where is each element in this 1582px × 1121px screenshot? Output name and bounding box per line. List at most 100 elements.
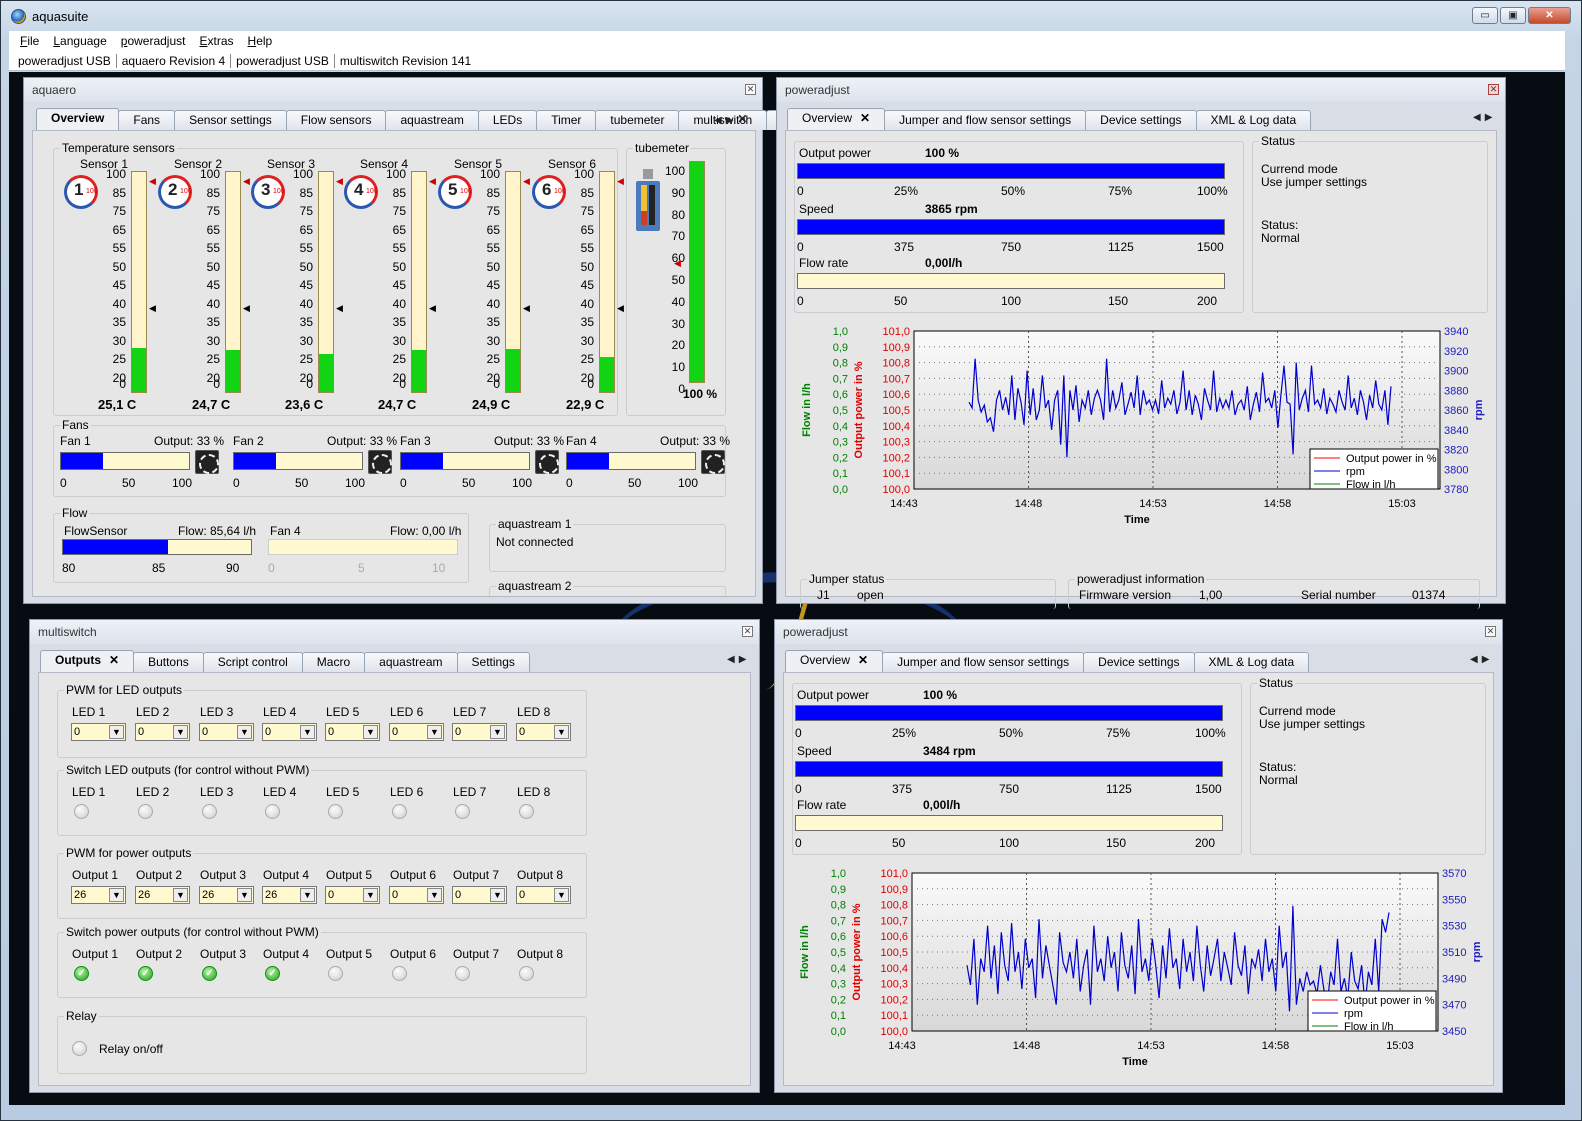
power-tick-label: 100,9: [880, 884, 908, 896]
close-tab-icon[interactable]: ✕: [109, 653, 119, 667]
menu-item[interactable]: Extras: [192, 34, 240, 48]
close-panel-icon[interactable]: ✕: [745, 84, 756, 95]
pwm-select[interactable]: 0 ▼: [452, 886, 507, 904]
close-tab-icon[interactable]: ✕: [860, 111, 870, 125]
alarm-marker-icon: ◀: [149, 176, 156, 186]
pwm-select[interactable]: 26 ▼: [135, 886, 190, 904]
rpm-tick-label: 3900: [1444, 366, 1468, 378]
relay-toggle[interactable]: ✓: [72, 1041, 87, 1056]
menu-item[interactable]: Language: [46, 34, 113, 48]
tab-aquastream[interactable]: aquastream: [364, 652, 458, 672]
tab-buttons[interactable]: Buttons: [133, 652, 204, 672]
close-panel-icon[interactable]: ✕: [1488, 84, 1499, 95]
menu-item[interactable]: File: [13, 34, 46, 48]
tab-scroll-arrows[interactable]: ◀▶: [1470, 654, 1493, 665]
fan-tick: 50: [295, 476, 309, 490]
tab-sensor-settings[interactable]: Sensor settings: [174, 110, 287, 130]
tab-timer[interactable]: Timer: [536, 110, 597, 130]
output-toggle[interactable]: ✓: [455, 804, 470, 819]
pwm-select[interactable]: 0 ▼: [71, 723, 126, 741]
tab-jumper-and-flow-sensor-settings[interactable]: Jumper and flow sensor settings: [884, 110, 1087, 130]
pwm-select[interactable]: 0 ▼: [516, 723, 571, 741]
minimize-button[interactable]: ▭: [1472, 7, 1498, 24]
warning-marker-icon: ◀: [523, 303, 530, 313]
tab-macro[interactable]: Macro: [301, 652, 366, 672]
output-toggle[interactable]: ✓: [455, 966, 470, 981]
fan-icon[interactable]: [195, 450, 219, 474]
status-status-label: Status:: [1261, 218, 1299, 232]
menu-label: oweradjust: [127, 34, 186, 48]
tab-tubemeter[interactable]: tubemeter: [595, 110, 680, 130]
tab-scroll-arrows[interactable]: ◀▶: [727, 654, 750, 665]
device-status-line: poweradjust USB aquaero Revision 4 powerad…: [9, 51, 1565, 71]
menu-item[interactable]: poweradjust: [114, 34, 193, 48]
fan-icon[interactable]: [701, 450, 725, 474]
tab-overview[interactable]: Overview ✕: [785, 650, 884, 672]
close-tab-icon[interactable]: ✕: [858, 653, 868, 667]
menu-item[interactable]: Help: [241, 34, 280, 48]
fan-icon[interactable]: [368, 450, 392, 474]
tab-flow-sensors[interactable]: Flow sensors: [285, 110, 387, 130]
tab-settings[interactable]: Settings: [456, 652, 530, 672]
pwm-select[interactable]: 0 ▼: [262, 723, 317, 741]
tab-xml-log-data[interactable]: XML & Log data: [1193, 652, 1310, 672]
tab-scroll-arrows[interactable]: ◀▶✕: [714, 112, 751, 126]
tab-device-settings[interactable]: Device settings: [1083, 652, 1195, 672]
sensor-value: 24,7 C: [378, 397, 417, 412]
output-toggle[interactable]: ✓: [265, 804, 280, 819]
tab-leds[interactable]: LEDs: [477, 110, 538, 130]
pwm-select[interactable]: 0 ▼: [325, 723, 380, 741]
pwm-value: 0: [328, 889, 335, 901]
output-toggle[interactable]: ✓: [392, 966, 407, 981]
pwm-select[interactable]: 0 ▼: [516, 886, 571, 904]
scale-tick: 100: [573, 167, 594, 181]
pwm-select[interactable]: 0 ▼: [389, 723, 444, 741]
output-toggle[interactable]: ✓: [519, 966, 534, 981]
output-toggle[interactable]: ✓: [202, 804, 217, 819]
output-toggle[interactable]: ✓: [74, 804, 89, 819]
jumper-name: J1: [817, 588, 830, 602]
output-toggle[interactable]: ✓: [74, 966, 89, 981]
pwm-select[interactable]: 26 ▼: [262, 886, 317, 904]
pwm-select[interactable]: 0 ▼: [325, 886, 380, 904]
tab-overview[interactable]: Overview: [36, 108, 120, 130]
pwm-select[interactable]: 0 ▼: [199, 723, 254, 741]
pwm-select[interactable]: 26 ▼: [71, 886, 126, 904]
tab-jumper-and-flow-sensor-settings[interactable]: Jumper and flow sensor settings: [882, 652, 1085, 672]
close-panel-icon[interactable]: ✕: [1485, 626, 1496, 637]
fan-icon[interactable]: [535, 450, 559, 474]
flow-tick: 0: [268, 561, 275, 575]
fans-group: Fans Fan 1 Output: 33 % 0 50 100 Fan 2 Output:…: [53, 418, 730, 497]
tab-scroll-arrows[interactable]: ◀▶: [1473, 112, 1496, 123]
output-toggle[interactable]: ✓: [138, 966, 153, 981]
pwm-select[interactable]: 0 ▼: [389, 886, 444, 904]
temperature-fill: [600, 356, 614, 392]
output-toggle[interactable]: ✓: [328, 966, 343, 981]
pwm-select[interactable]: 0 ▼: [452, 723, 507, 741]
close-panel-icon[interactable]: ✕: [742, 626, 753, 637]
tab-fans[interactable]: Fans: [118, 110, 176, 130]
output-toggle[interactable]: ✓: [328, 804, 343, 819]
output-label: LED 8: [517, 785, 551, 799]
output-toggle[interactable]: ✓: [392, 804, 407, 819]
tab-aquastream[interactable]: aquastream: [385, 110, 479, 130]
output-toggle[interactable]: ✓: [138, 804, 153, 819]
output-toggle[interactable]: ✓: [519, 804, 534, 819]
output-toggle[interactable]: ✓: [265, 966, 280, 981]
tab-label: Jumper and flow sensor settings: [899, 113, 1072, 127]
pwm-select[interactable]: 26 ▼: [199, 886, 254, 904]
tab-label: Outputs: [55, 653, 101, 667]
tab-overview[interactable]: Overview ✕: [787, 108, 886, 130]
close-button[interactable]: ✕: [1528, 7, 1571, 24]
tab-device-settings[interactable]: Device settings: [1085, 110, 1197, 130]
scale-tick: 25: [392, 352, 406, 366]
tab-outputs[interactable]: Outputs ✕: [40, 650, 135, 672]
pwm-select[interactable]: 0 ▼: [135, 723, 190, 741]
output-toggle[interactable]: ✓: [202, 966, 217, 981]
scale-tick: 85: [580, 185, 594, 200]
chevron-down-icon: ▼: [554, 888, 569, 902]
maximize-button[interactable]: ▣: [1500, 7, 1526, 24]
temperature-gauge-icon: 5 100: [438, 175, 472, 209]
tab-xml-log-data[interactable]: XML & Log data: [1195, 110, 1312, 130]
tab-script-control[interactable]: Script control: [202, 652, 303, 672]
